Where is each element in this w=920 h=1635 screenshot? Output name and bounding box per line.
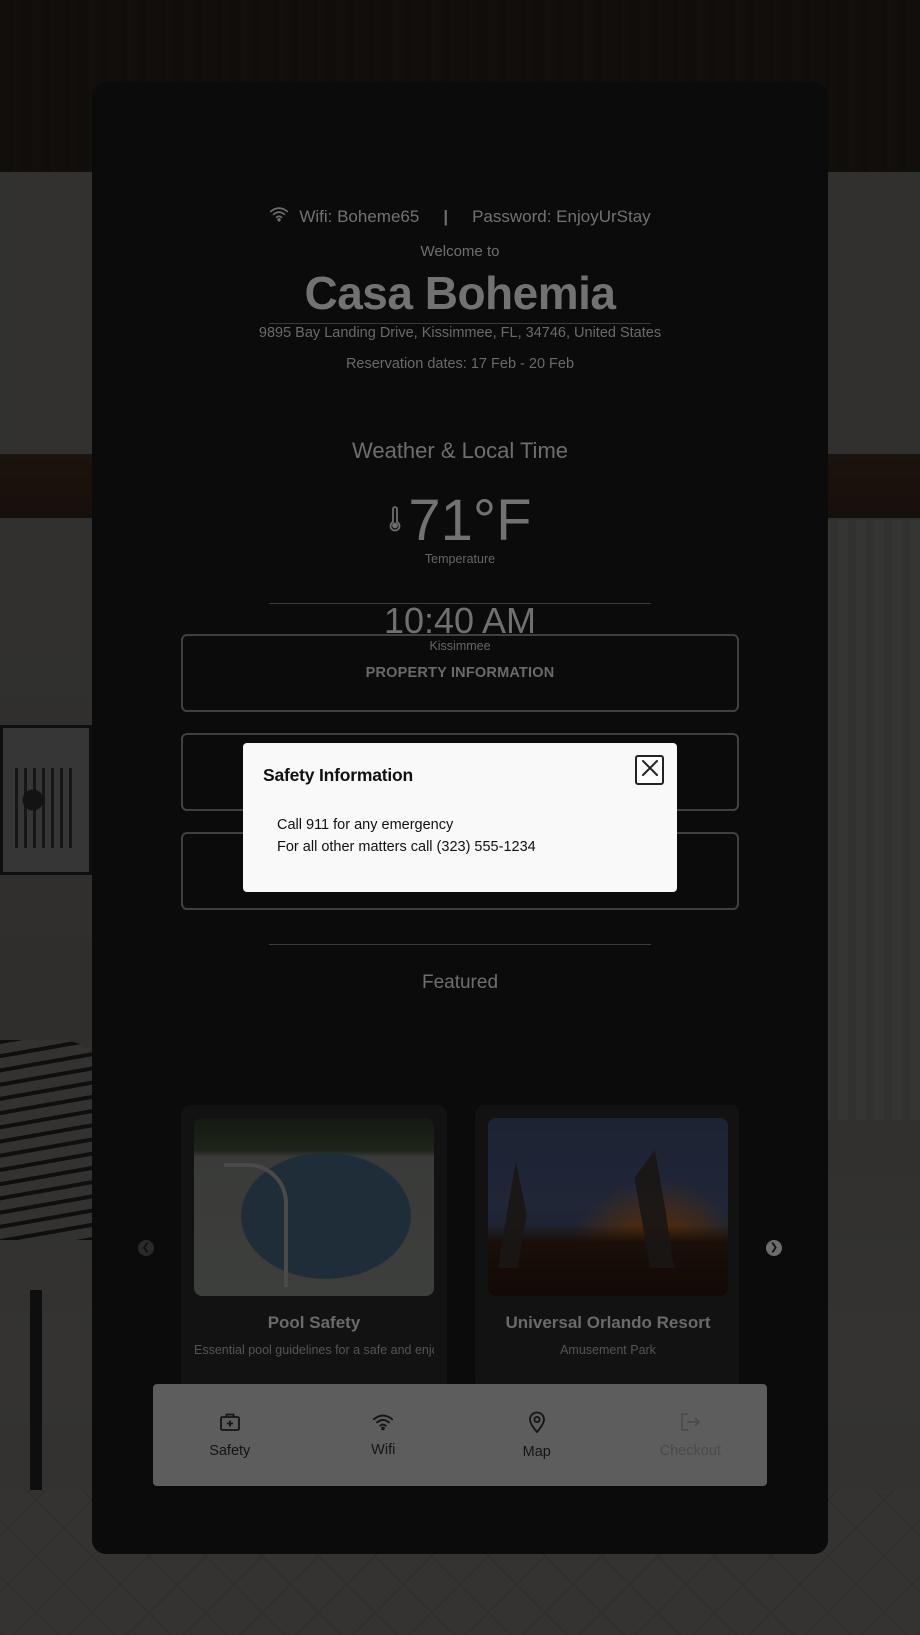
temperature-value: 71°F (408, 488, 532, 553)
modal-close-button[interactable] (635, 755, 664, 785)
weather-section-title: Weather & Local Time (351, 438, 569, 463)
reservation-dates: Reservation dates: 17 Feb - 20 Feb (345, 356, 575, 372)
nav-wifi[interactable]: Wifi (307, 1384, 461, 1486)
close-icon (641, 759, 659, 782)
featured-card-title: Pool Safety (267, 1313, 361, 1332)
carousel-next-button[interactable]: ❯ (766, 1240, 782, 1256)
pool-image (194, 1118, 434, 1296)
wifi-separator: | (443, 206, 449, 226)
property-name: Casa Bohemia (304, 267, 616, 319)
emergency-line: Call 911 for any emergency (277, 817, 454, 833)
wifi-password: Password: EnjoyUrStay (472, 206, 651, 226)
nav-wifi-label: Wifi (371, 1441, 396, 1458)
wifi-icon (372, 1413, 394, 1436)
contact-line: For all other matters call (323) 555-123… (277, 839, 536, 855)
nav-safety-label: Safety (209, 1442, 251, 1459)
nav-checkout[interactable]: Checkout (614, 1384, 768, 1486)
divider (269, 603, 651, 604)
divider (269, 944, 651, 945)
logout-icon (679, 1412, 701, 1437)
safety-information-modal: Safety Information Call 911 for any emer… (243, 743, 677, 892)
nav-safety[interactable]: Safety (153, 1384, 307, 1486)
universal-resort-image (488, 1118, 728, 1296)
featured-card-subtitle: Amusement Park (560, 1343, 656, 1357)
bottom-navbar: Safety Wifi Map Checkout (153, 1384, 767, 1486)
divider (269, 323, 651, 324)
property-information-button[interactable]: PROPERTY INFORMATION (181, 634, 739, 712)
wifi-info: Wifi: Boheme65 | Password: EnjoyUrStay (92, 206, 828, 227)
welcome-text: Welcome to (420, 243, 500, 260)
nav-map-label: Map (522, 1443, 551, 1460)
property-address: 9895 Bay Landing Drive, Kissimmee, FL, 3… (258, 325, 662, 341)
modal-title: Safety Information (263, 765, 414, 785)
featured-card-title: Universal Orlando Resort (505, 1313, 711, 1332)
featured-card[interactable]: Universal Orlando Resort Amusement Park (475, 1105, 739, 1391)
thermometer-icon (388, 505, 402, 537)
wifi-icon (269, 206, 289, 227)
nav-map[interactable]: Map (460, 1384, 614, 1486)
map-pin-icon (527, 1411, 547, 1438)
nav-checkout-label: Checkout (659, 1442, 721, 1459)
featured-card[interactable]: Pool Safety Essential pool guidelines fo… (181, 1105, 447, 1391)
featured-card-subtitle: Essential pool guidelines for a safe and… (194, 1343, 434, 1357)
wifi-network: Wifi: Boheme65 (299, 206, 420, 226)
featured-section-title: Featured (421, 972, 499, 993)
temperature-label: Temperature (424, 552, 496, 566)
carousel-prev-button[interactable]: ❮ (138, 1240, 154, 1256)
first-aid-kit-icon (219, 1412, 241, 1437)
featured-carousel: Pool Safety Essential pool guidelines fo… (181, 1105, 739, 1391)
temperature-display: 71°F (92, 492, 828, 550)
